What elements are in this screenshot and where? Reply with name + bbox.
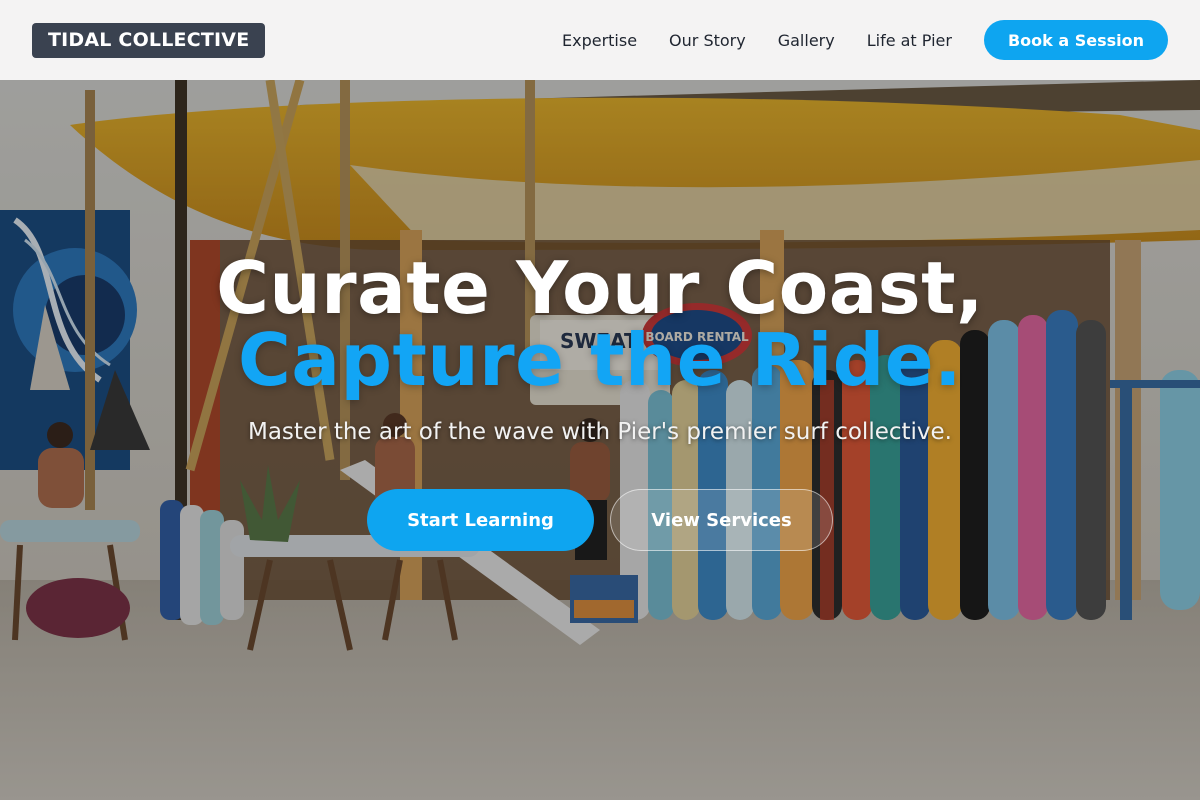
brand-logo[interactable]: TIDAL COLLECTIVE <box>32 22 266 58</box>
main-nav: Expertise Our Story Gallery Life at Pier… <box>562 20 1168 60</box>
hero-subtitle: Master the art of the wave with Pier's p… <box>247 419 952 445</box>
hero-section: SWEAT BOARD RENTAL Curate Your Coast, Ca… <box>0 80 1200 800</box>
nav-link-life-at-pier[interactable]: Life at Pier <box>867 31 952 50</box>
view-services-button[interactable]: View Services <box>610 489 833 551</box>
nav-link-gallery[interactable]: Gallery <box>778 31 835 50</box>
site-header: TIDAL COLLECTIVE Expertise Our Story Gal… <box>0 0 1200 80</box>
hero-headline-line1: Curate Your Coast, <box>216 246 984 330</box>
book-session-button[interactable]: Book a Session <box>983 20 1168 60</box>
nav-link-our-story[interactable]: Our Story <box>669 31 746 50</box>
start-learning-button[interactable]: Start Learning <box>367 489 594 551</box>
hero-content: Curate Your Coast, Capture the Ride. Mas… <box>0 80 1200 800</box>
nav-link-expertise[interactable]: Expertise <box>562 31 637 50</box>
hero-headline-line2: Capture the Ride. <box>238 318 962 402</box>
